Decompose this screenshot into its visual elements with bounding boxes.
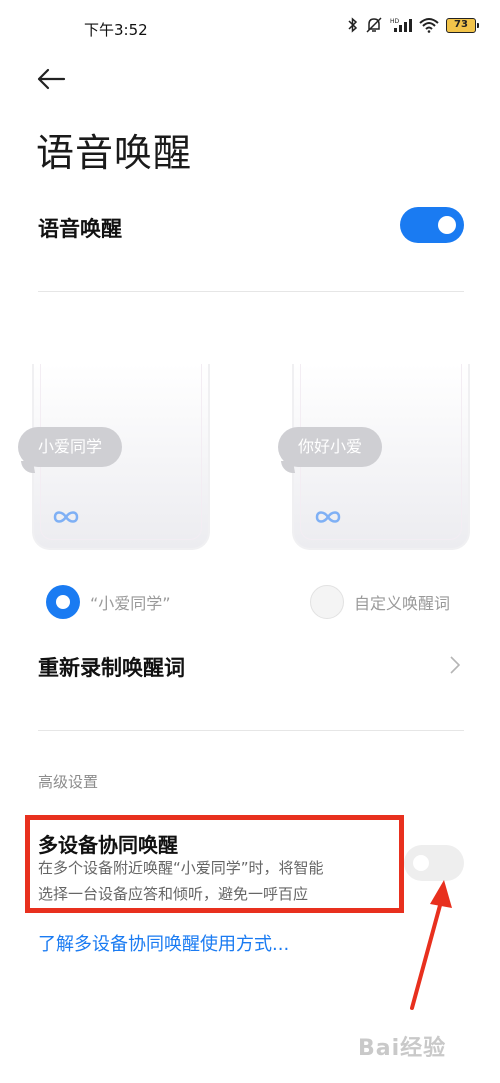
divider [38, 291, 464, 292]
voice-wake-label: 语音唤醒 [38, 217, 122, 241]
hd-signal-icon: HD [390, 18, 412, 32]
multi-device-title: 多设备协同唤醒 [38, 833, 178, 857]
page-title: 语音唤醒 [36, 131, 193, 175]
wake-word-bubble-default: 小爱同学 [18, 427, 123, 467]
voice-wake-toggle[interactable] [400, 207, 464, 243]
wake-word-option-default[interactable]: “小爱同学” [46, 583, 171, 621]
battery-level: 73 [454, 19, 468, 30]
wake-word-option-default-label: “小爱同学” [90, 594, 171, 613]
battery-icon: 73 [446, 17, 479, 33]
status-time: 下午3:52 [84, 21, 148, 39]
svg-text:HD: HD [390, 18, 400, 25]
wake-word-option-custom[interactable]: 自定义唤醒词 [310, 583, 450, 621]
xiaoai-infinity-icon [53, 511, 79, 523]
wake-word-option-custom-label: 自定义唤醒词 [354, 594, 451, 613]
rerecord-label: 重新录制唤醒词 [38, 656, 185, 680]
learn-more-link[interactable]: 了解多设备协同唤醒使用方式... [38, 930, 289, 956]
toggle-knob [413, 855, 429, 871]
toggle-knob [438, 216, 456, 234]
back-arrow-icon [37, 68, 66, 90]
wake-word-bubble-custom: 你好小爱 [278, 427, 383, 467]
status-bar: 下午3:52 HD 73 [0, 0, 500, 58]
bluetooth-icon [348, 17, 358, 33]
back-button[interactable] [36, 62, 72, 96]
rerecord-row[interactable]: 重新录制唤醒词 [0, 640, 500, 692]
watermark-logo: Bai经验 [358, 1036, 447, 1061]
section-label-advanced: 高级设置 [38, 773, 99, 791]
xiaoai-infinity-icon [315, 511, 341, 523]
multi-device-desc-line2: 选择一台设备应答和倾听，避免一呼百应 [38, 885, 309, 903]
chevron-right-icon [450, 656, 460, 674]
mute-icon [366, 17, 382, 33]
multi-device-desc-line1: 在多个设备附近唤醒“小爱同学”时，将智能 [38, 859, 324, 877]
multi-device-toggle[interactable] [404, 845, 464, 881]
radio-unselected-icon [310, 585, 344, 619]
divider [38, 730, 464, 731]
radio-selected-icon [46, 585, 80, 619]
status-icons: HD 73 [348, 17, 479, 33]
wifi-icon [419, 18, 439, 33]
